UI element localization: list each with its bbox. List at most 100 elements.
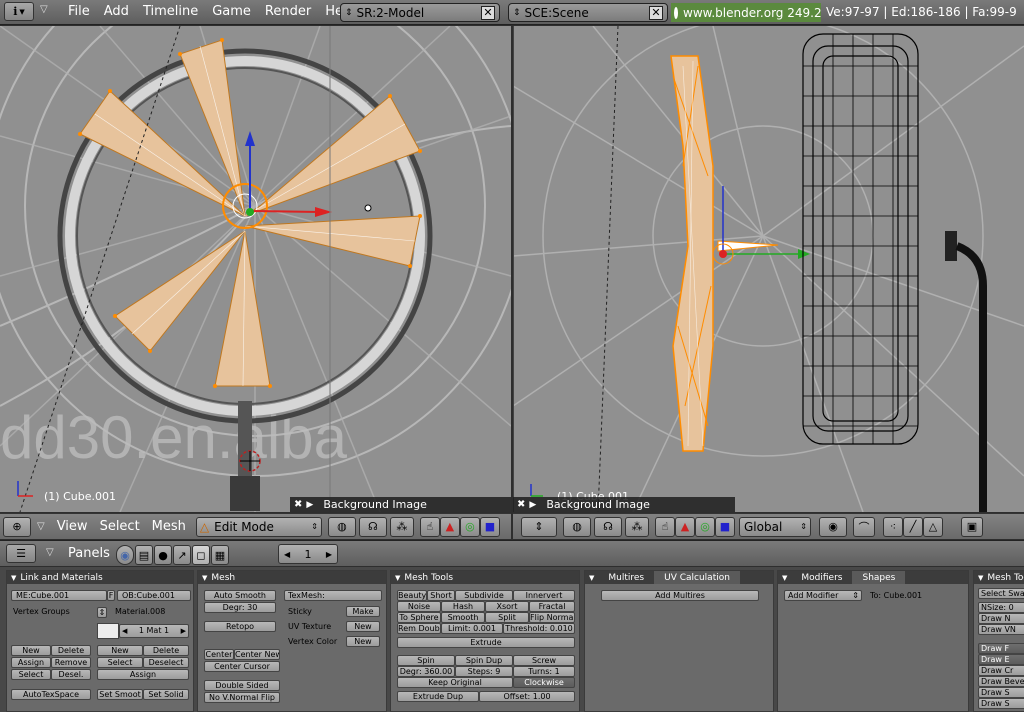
menu-select[interactable]: Select xyxy=(100,519,140,534)
offset-field[interactable]: Offset: 1.00 xyxy=(479,691,575,702)
vertex-color-new-button[interactable]: New xyxy=(346,636,380,647)
autotexspace-toggle[interactable]: AutoTexSpace xyxy=(11,689,91,700)
pivot-icon[interactable]: ☊ xyxy=(594,516,622,537)
editor-type-icon[interactable]: ⊕ xyxy=(3,516,31,537)
select-swap-button[interactable]: Select Swa xyxy=(978,588,1024,599)
draw-seams-toggle[interactable]: Draw S xyxy=(978,687,1024,698)
vertex-select-icon[interactable]: ☝ xyxy=(655,516,675,537)
clockwise-toggle[interactable]: Clockwise xyxy=(513,677,575,688)
render-preview-icon[interactable]: ▣ xyxy=(961,516,983,537)
set-smooth-button[interactable]: Set Smoot xyxy=(97,689,143,700)
info-icon[interactable]: i ▼ xyxy=(4,2,34,21)
material-swatch[interactable] xyxy=(97,623,119,639)
smooth-button[interactable]: Smooth xyxy=(441,612,485,623)
face-mode-icon[interactable]: △ xyxy=(923,516,943,537)
snap-icon[interactable]: ⌒ xyxy=(853,516,875,537)
keep-original-toggle[interactable]: Keep Original xyxy=(397,677,513,688)
expand-triangle-icon[interactable]: ▶ xyxy=(306,500,313,510)
front-viewport[interactable]: dd30.en.alba (1) Cube.001 ✖ ▶ Background… xyxy=(0,26,511,512)
scene-selector[interactable]: ⇕ SCE:Scene ✕ xyxy=(508,3,668,22)
screen-selector[interactable]: ⇕ SR:2-Model ✕ xyxy=(340,3,500,22)
side-viewport[interactable]: (1) Cube.001 ✖ ▶ Background Image xyxy=(513,26,1024,512)
vgroup-assign-button[interactable]: Assign xyxy=(11,657,51,668)
translate-icon[interactable]: ▲ xyxy=(439,516,460,537)
editor-type-icon[interactable]: ☰ xyxy=(6,544,36,563)
center-button[interactable]: Center xyxy=(204,649,234,660)
spin-dup-button[interactable]: Spin Dup xyxy=(455,655,513,666)
manipulator-icon[interactable]: ⁂ xyxy=(389,516,414,537)
rotate-icon[interactable]: ◎ xyxy=(695,516,715,537)
expand-triangle-icon[interactable]: ▶ xyxy=(529,500,536,510)
fractal-button[interactable]: Fractal xyxy=(529,601,575,612)
extrude-dup-button[interactable]: Extrude Dup xyxy=(397,691,479,702)
flip-normal-button[interactable]: Flip Normal xyxy=(529,612,575,623)
vgroup-delete-button[interactable]: Delete xyxy=(51,645,91,656)
texmesh-field[interactable]: TexMesh: xyxy=(284,590,382,601)
draw-type-icon[interactable]: ◍ xyxy=(327,516,356,537)
shading-icon[interactable]: ● xyxy=(154,545,172,565)
material-assign-button[interactable]: Assign xyxy=(97,669,189,680)
screen-arrows-icon[interactable]: ⇕ xyxy=(345,8,353,18)
tab-multires[interactable]: Multires xyxy=(598,571,654,584)
extrude-button[interactable]: Extrude xyxy=(397,637,575,648)
rotate-icon[interactable]: ◎ xyxy=(459,516,480,537)
menu-timeline[interactable]: Timeline xyxy=(143,4,198,19)
material-new-button[interactable]: New xyxy=(97,645,143,656)
vgroup-remove-button[interactable]: Remove xyxy=(51,657,91,668)
add-modifier-menu[interactable]: Add Modifier ⇕ xyxy=(784,590,862,601)
vertex-mode-icon[interactable]: ⁖ xyxy=(883,516,903,537)
innervert-button[interactable]: Innervert xyxy=(513,590,575,601)
split-button[interactable]: Split xyxy=(485,612,529,623)
hash-button[interactable]: Hash xyxy=(441,601,485,612)
menu-add[interactable]: Add xyxy=(104,4,129,19)
page-number-field[interactable]: ◀ 1 ▶ xyxy=(278,544,338,564)
fake-user-button[interactable]: F xyxy=(107,590,115,601)
draw-faces-toggle[interactable]: Draw F xyxy=(978,643,1024,654)
beauty-toggle[interactable]: Beauty xyxy=(397,590,427,601)
close-icon[interactable]: ✖ xyxy=(294,499,302,510)
panels-menu[interactable]: Panels xyxy=(68,546,110,561)
script-icon[interactable]: ▤ xyxy=(135,545,153,565)
draw-sharp-toggle[interactable]: Draw S xyxy=(978,698,1024,709)
menu-render[interactable]: Render xyxy=(265,4,311,19)
draw-bevel-toggle[interactable]: Draw Beve xyxy=(978,676,1024,687)
collapse-menu-icon[interactable]: ▽ xyxy=(40,4,48,15)
noise-button[interactable]: Noise xyxy=(397,601,441,612)
mesh-name-field[interactable]: ME:Cube.001 xyxy=(11,590,107,601)
display-icon[interactable]: ⇕ xyxy=(521,516,557,537)
close-icon[interactable]: ✕ xyxy=(649,5,663,20)
material-deselect-button[interactable]: Deselect xyxy=(143,657,189,668)
draw-creases-toggle[interactable]: Draw Cr xyxy=(978,665,1024,676)
center-cursor-button[interactable]: Center Cursor xyxy=(204,661,280,672)
scale-icon[interactable]: ■ xyxy=(479,516,500,537)
no-vnormal-flip-toggle[interactable]: No V.Normal Flip xyxy=(204,692,280,703)
set-solid-button[interactable]: Set Solid xyxy=(143,689,189,700)
vertex-select-icon[interactable]: ☝ xyxy=(419,516,440,537)
vgroup-new-button[interactable]: New xyxy=(11,645,51,656)
normal-size-field[interactable]: NSize: 0 xyxy=(978,602,1024,613)
menu-view[interactable]: View xyxy=(57,519,88,534)
tab-shapes[interactable]: Shapes xyxy=(852,571,906,584)
proportional-edit-icon[interactable]: ◉ xyxy=(819,516,847,537)
edge-mode-icon[interactable]: ╱ xyxy=(903,516,923,537)
add-multires-button[interactable]: Add Multires xyxy=(601,590,759,601)
subdivide-button[interactable]: Subdivide xyxy=(455,590,513,601)
uv-texture-new-button[interactable]: New xyxy=(346,621,380,632)
threshold-field[interactable]: Threshold: 0.010 xyxy=(503,623,575,634)
auto-smooth-toggle[interactable]: Auto Smooth xyxy=(204,590,276,601)
limit-field[interactable]: Limit: 0.001 xyxy=(441,623,503,634)
close-icon[interactable]: ✕ xyxy=(481,5,495,20)
draw-type-icon[interactable]: ◍ xyxy=(563,516,591,537)
spin-degree-field[interactable]: Degr: 360.00 xyxy=(397,666,455,677)
tab-uv-calculation[interactable]: UV Calculation xyxy=(654,571,740,584)
scene-arrows-icon[interactable]: ⇕ xyxy=(513,8,521,18)
vertex-group-menu-icon[interactable]: ⇕ xyxy=(97,607,107,618)
auto-smooth-degree-field[interactable]: Degr: 30 xyxy=(204,602,276,613)
draw-normals-toggle[interactable]: Draw N xyxy=(978,613,1024,624)
orientation-selector[interactable]: Global ⇕ xyxy=(739,516,811,537)
steps-field[interactable]: Steps: 9 xyxy=(455,666,513,677)
spin-button[interactable]: Spin xyxy=(397,655,455,666)
menu-game[interactable]: Game xyxy=(212,4,251,19)
to-sphere-button[interactable]: To Sphere xyxy=(397,612,441,623)
turns-field[interactable]: Turns: 1 xyxy=(513,666,575,677)
